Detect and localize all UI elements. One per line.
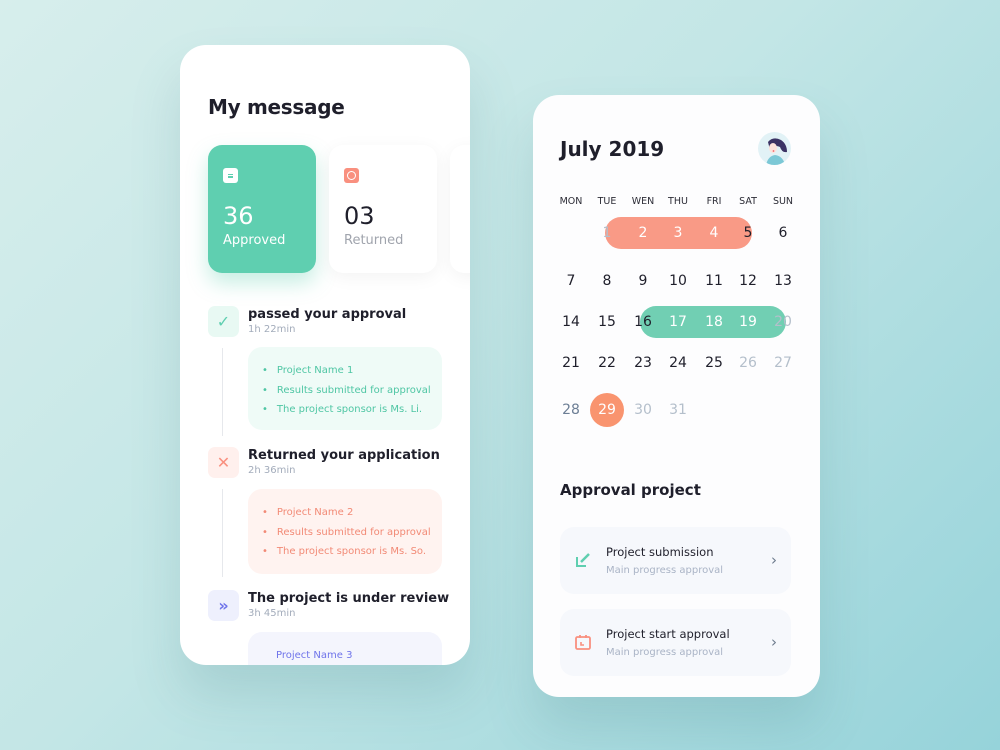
calendar-day[interactable]: 2	[625, 218, 661, 248]
approval-item-submission[interactable]: Project submission Main progress approva…	[560, 527, 791, 594]
calendar-day[interactable]: 4	[696, 218, 732, 248]
detail-item: Project Name 1	[262, 361, 442, 381]
close-icon: ✕	[208, 447, 239, 478]
calendar-day[interactable]: 21	[553, 348, 589, 378]
detail-item: Project Name 3	[276, 650, 353, 661]
calendar-day[interactable]: 28	[553, 395, 589, 425]
activity-time: 2h 36min	[248, 465, 296, 476]
check-icon: ✓	[208, 306, 239, 337]
detail-item: The project sponsor is Ms. So.	[262, 542, 442, 562]
weekday-label: SAT	[739, 196, 757, 207]
approval-subtitle: Main progress approval	[606, 565, 724, 576]
approval-subtitle: Main progress approval	[606, 647, 724, 658]
calendar-day[interactable]: 27	[765, 348, 801, 378]
calendar-screen: July 2019 MON TUE WEN THU FRI SAT SUN 12345678…	[533, 95, 820, 697]
calendar-day[interactable]: 15	[589, 307, 625, 337]
detail-item: Project Name 2	[262, 503, 442, 523]
stat-label: Approved	[223, 233, 286, 248]
calendar-day[interactable]: 25	[696, 348, 732, 378]
calendar-day[interactable]: 18	[696, 307, 732, 337]
activity-title: passed your approval	[248, 307, 407, 322]
calendar-day[interactable]: 6	[765, 218, 801, 248]
calendar-day[interactable]: 23	[625, 348, 661, 378]
activity-time: 3h 45min	[248, 608, 296, 619]
calendar-day[interactable]: 9	[625, 266, 661, 296]
calendar-day[interactable]: 22	[589, 348, 625, 378]
avatar[interactable]	[758, 132, 791, 165]
activity-title: The project is under review	[248, 591, 450, 606]
calendar-day[interactable]: 8	[589, 266, 625, 296]
stat-value: 03	[344, 202, 375, 230]
calendar-day[interactable]: 29	[589, 395, 625, 425]
activity-details: Project Name 1 Results submitted for app…	[248, 347, 442, 430]
calendar-day[interactable]: 10	[660, 266, 696, 296]
month-title: July 2019	[560, 137, 665, 161]
calendar-day[interactable]: 5	[730, 218, 766, 248]
section-title: Approval project	[560, 481, 701, 499]
stat-card-partial[interactable]	[450, 145, 470, 273]
weekday-label: FRI	[706, 196, 722, 207]
avatar-illustration	[766, 138, 787, 165]
chevron-right-icon: ›	[771, 551, 777, 569]
stat-value: 36	[223, 202, 254, 230]
weekday-label: WEN	[631, 196, 655, 207]
calendar-day[interactable]: 1	[589, 218, 625, 248]
chevron-right-icon: ›	[771, 633, 777, 651]
weekday-label: TUE	[597, 196, 617, 207]
approval-title: Project submission	[606, 545, 714, 559]
calendar-day[interactable]: 13	[765, 266, 801, 296]
weekday-label: SUN	[772, 196, 794, 207]
detail-item: The project sponsor is Ms. Li.	[262, 400, 442, 420]
approval-item-start[interactable]: Project start approval Main progress app…	[560, 609, 791, 676]
calendar-day[interactable]: 3	[660, 218, 696, 248]
calendar-day[interactable]: 16	[625, 307, 661, 337]
calendar-day[interactable]: 30	[625, 395, 661, 425]
clock-icon	[344, 168, 359, 183]
edit-icon	[576, 553, 590, 567]
timeline-line	[222, 348, 223, 436]
activity-details: Project Name 3	[248, 632, 442, 665]
calendar-day[interactable]: 12	[730, 266, 766, 296]
calendar-day[interactable]: 17	[660, 307, 696, 337]
detail-item: Results submitted for approval	[262, 381, 442, 401]
calendar-day[interactable]: 20	[765, 307, 801, 337]
document-icon	[223, 168, 238, 183]
stat-label: Returned	[344, 233, 404, 248]
stat-card-returned[interactable]: 03 Returned	[329, 145, 437, 273]
calendar-day[interactable]: 19	[730, 307, 766, 337]
calendar-icon	[575, 635, 591, 650]
timeline-line	[222, 489, 223, 577]
weekday-label: MON	[559, 196, 583, 207]
stat-card-approved[interactable]: 36 Approved	[208, 145, 316, 273]
message-screen: My message 36 Approved 03 Returned ✓ pas…	[180, 45, 470, 665]
activity-details: Project Name 2 Results submitted for app…	[248, 489, 442, 574]
calendar-day[interactable]: 7	[553, 266, 589, 296]
activity-time: 1h 22min	[248, 324, 296, 335]
detail-item: Results submitted for approval	[262, 523, 442, 543]
approval-title: Project start approval	[606, 627, 730, 641]
weekday-label: THU	[668, 196, 688, 207]
activity-title: Returned your application	[248, 448, 440, 463]
calendar-day[interactable]: 31	[660, 395, 696, 425]
page-title: My message	[208, 95, 345, 119]
double-chevron-icon: »	[208, 590, 239, 621]
calendar-day[interactable]: 24	[660, 348, 696, 378]
calendar-day[interactable]: 11	[696, 266, 732, 296]
calendar-day[interactable]: 14	[553, 307, 589, 337]
calendar-day[interactable]: 26	[730, 348, 766, 378]
